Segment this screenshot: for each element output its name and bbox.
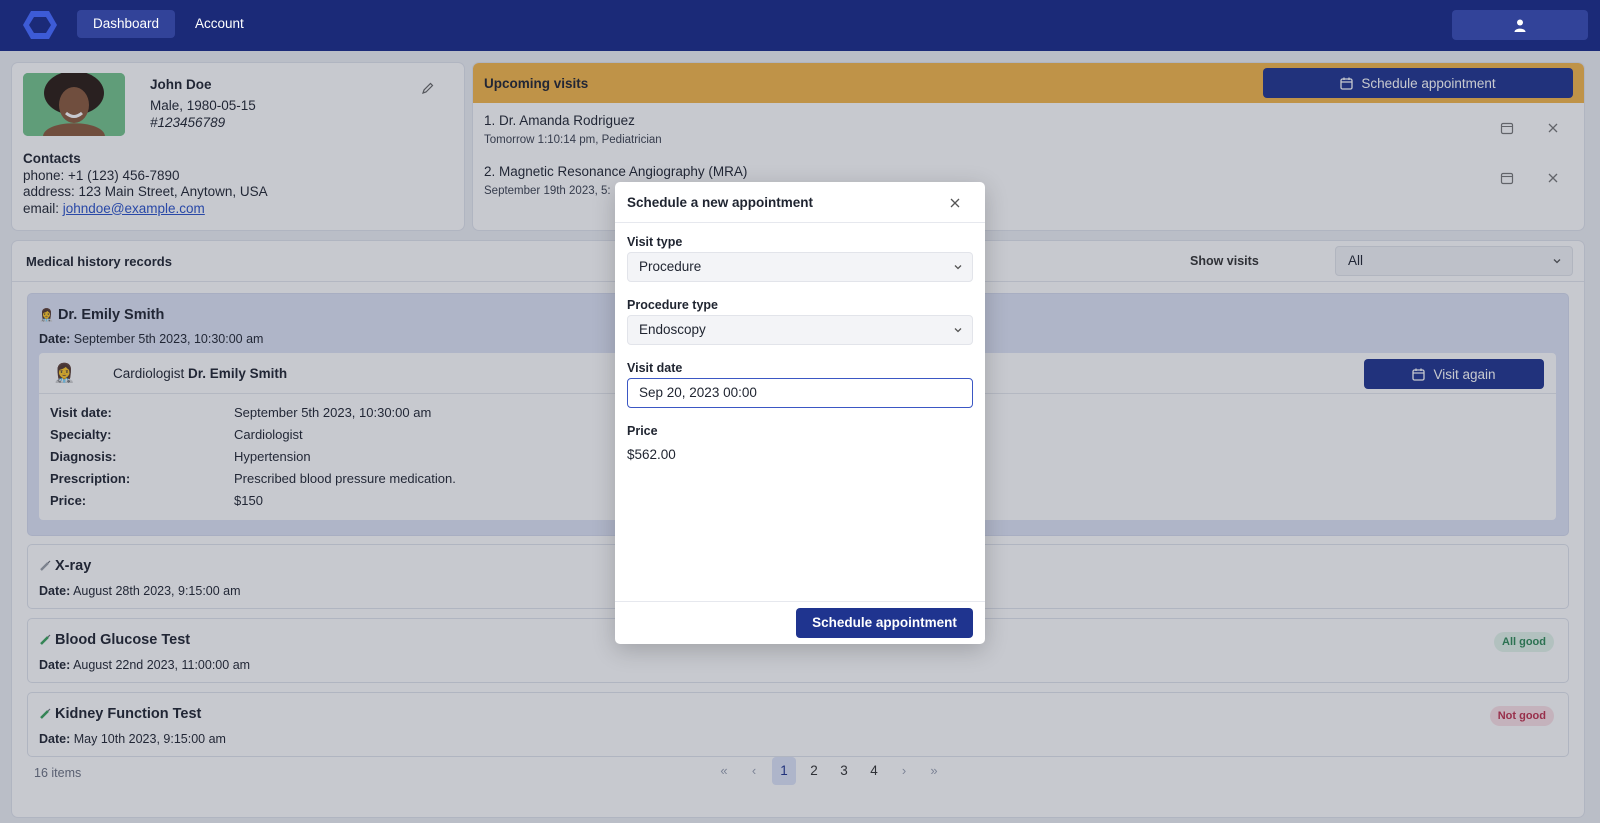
procedure-type-value: Endoscopy — [639, 322, 706, 337]
submit-schedule-button[interactable]: Schedule appointment — [796, 608, 973, 638]
tab-account[interactable]: Account — [179, 10, 260, 38]
modal-title: Schedule a new appointment — [627, 195, 814, 210]
visit-date-label: Visit date — [627, 361, 683, 375]
logo-icon[interactable] — [22, 9, 58, 41]
visit-type-label: Visit type — [627, 235, 683, 249]
visit-type-select[interactable]: Procedure — [627, 252, 973, 282]
modal-footer-divider — [615, 601, 985, 602]
close-icon[interactable] — [949, 197, 961, 209]
chevron-down-icon — [954, 328, 962, 333]
price-label: Price — [627, 424, 658, 438]
procedure-type-label: Procedure type — [627, 298, 719, 312]
price-value: $562.00 — [627, 447, 676, 462]
schedule-appointment-modal: Schedule a new appointment Visit type Pr… — [615, 182, 985, 644]
chevron-down-icon — [954, 265, 962, 270]
user-menu-button[interactable] — [1452, 10, 1588, 40]
tab-dashboard[interactable]: Dashboard — [77, 10, 176, 38]
top-navbar: Dashboard Account — [0, 0, 1600, 51]
visit-type-value: Procedure — [639, 259, 702, 274]
visit-date-input[interactable]: Sep 20, 2023 00:00 — [627, 378, 973, 408]
modal-header: Schedule a new appointment — [615, 182, 985, 223]
procedure-type-select[interactable]: Endoscopy — [627, 315, 973, 345]
user-icon — [1514, 19, 1526, 32]
